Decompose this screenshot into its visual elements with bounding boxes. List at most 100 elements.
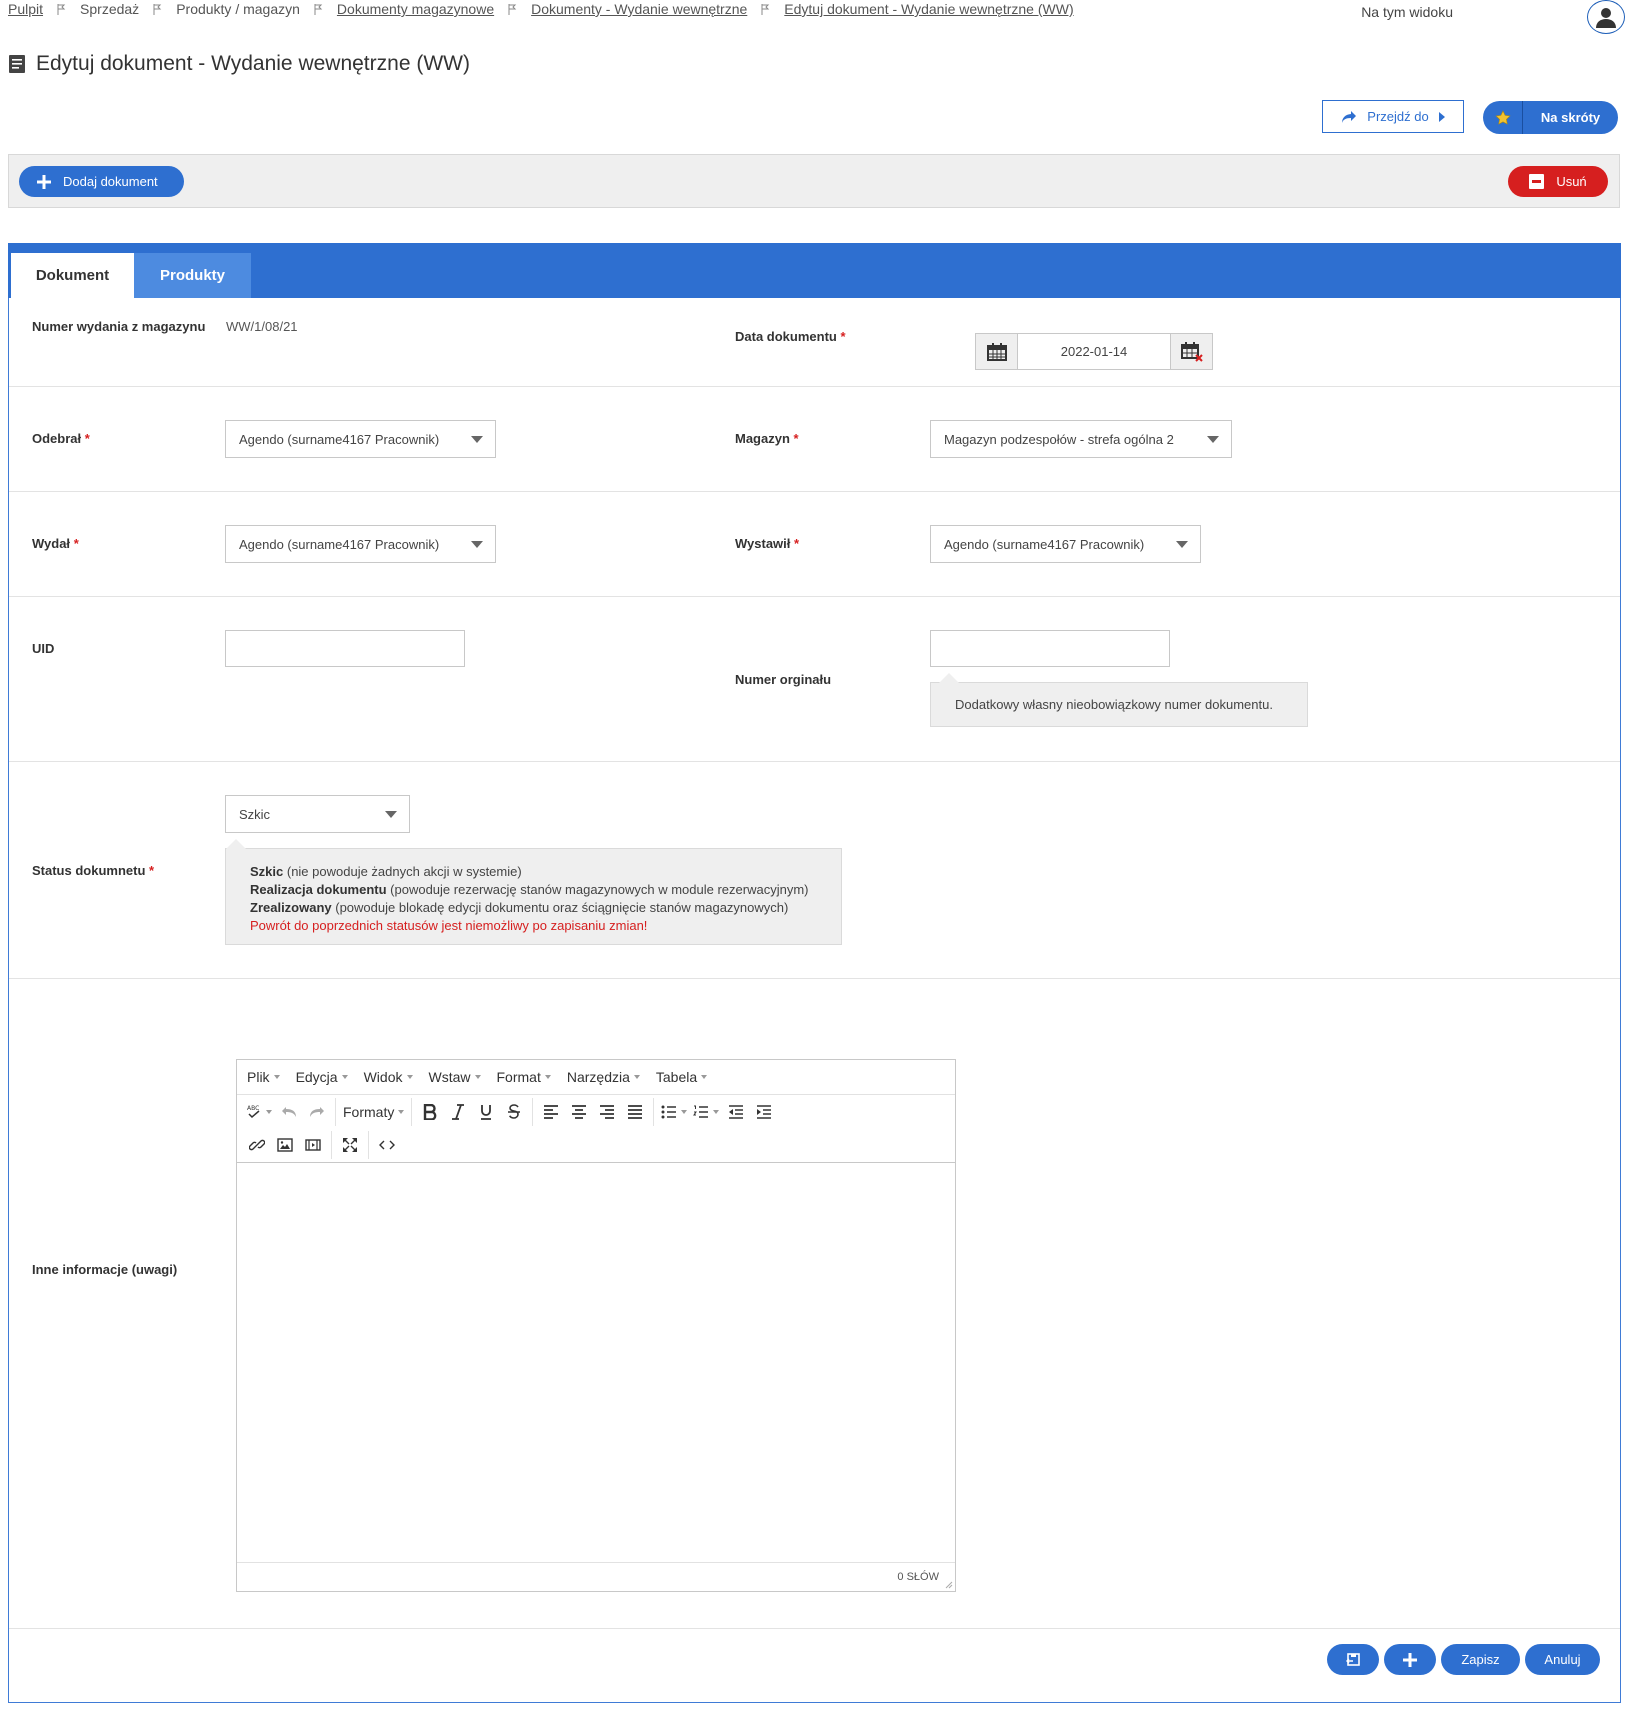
formats-dropdown[interactable]: Formaty <box>340 1098 407 1126</box>
strikethrough-button[interactable] <box>500 1098 528 1126</box>
breadcrumb-item-warehouse-docs[interactable]: Dokumenty magazynowe <box>337 1 494 17</box>
menu-file[interactable]: Plik <box>247 1069 280 1085</box>
menu-edit[interactable]: Edycja <box>296 1069 348 1085</box>
italic-button[interactable] <box>444 1098 472 1126</box>
align-right-icon <box>600 1104 615 1119</box>
breadcrumb-item-sales[interactable]: Sprzedaż <box>80 1 139 17</box>
received-select[interactable]: Agendo (surname4167 Pracownik) <box>225 420 496 458</box>
menu-tools[interactable]: Narzędzia <box>567 1069 640 1085</box>
bold-button[interactable] <box>416 1098 444 1126</box>
number-value: WW/1/08/21 <box>226 319 298 334</box>
goto-button[interactable]: Przejdź do <box>1322 100 1464 133</box>
clear-date-button[interactable] <box>1171 334 1212 369</box>
indent-button[interactable] <box>750 1098 778 1126</box>
undo-button[interactable] <box>275 1098 303 1126</box>
spellcheck-button[interactable]: ABC <box>243 1098 275 1126</box>
save-button[interactable]: Zapisz <box>1441 1644 1520 1675</box>
view-link[interactable]: Na tym widoku <box>1361 4 1453 20</box>
align-center-button[interactable] <box>565 1098 593 1126</box>
shortcuts-button[interactable]: Na skróty <box>1483 101 1618 134</box>
underline-button[interactable] <box>472 1098 500 1126</box>
align-justify-icon <box>628 1104 643 1119</box>
tab-document[interactable]: Dokument <box>11 253 134 298</box>
page-title-text: Edytuj dokument - Wydanie wewnętrzne (WW… <box>36 52 470 75</box>
numbered-list-icon <box>693 1105 709 1118</box>
issued-select[interactable]: Agendo (surname4167 Pracownik) <box>225 525 496 563</box>
cancel-button[interactable]: Anuluj <box>1525 1644 1600 1675</box>
breadcrumb-item-edit[interactable]: Edytuj dokument - Wydanie wewnętrzne (WW… <box>784 1 1073 17</box>
bullet-list-icon <box>661 1105 677 1118</box>
user-icon <box>1596 8 1616 28</box>
number-label: Numer wydania z magazynu <box>32 319 206 334</box>
issuer-select[interactable]: Agendo (surname4167 Pracownik) <box>930 525 1201 563</box>
outdent-button[interactable] <box>722 1098 750 1126</box>
warehouse-value: Magazyn podzespołów - strefa ogólna 2 <box>944 431 1174 447</box>
fullscreen-button[interactable] <box>336 1131 364 1159</box>
original-number-hint: Dodatkowy własny nieobowiązkowy numer do… <box>930 673 1308 727</box>
source-code-button[interactable] <box>373 1131 401 1159</box>
delete-button[interactable]: Usuń <box>1508 166 1608 197</box>
caret-down-icon <box>385 811 397 818</box>
notes-label: Inne informacje (uwagi) <box>32 1262 178 1277</box>
tab-products[interactable]: Produkty <box>134 253 251 298</box>
status-hint-realization: Realizacja dokumentu (powoduje rezerwacj… <box>250 881 841 899</box>
required-mark: * <box>840 329 846 344</box>
numbered-list-button[interactable] <box>690 1098 722 1126</box>
menu-insert[interactable]: Wstaw <box>429 1069 481 1085</box>
menu-format[interactable]: Format <box>497 1069 551 1085</box>
caret-down-icon <box>471 436 483 443</box>
align-left-icon <box>544 1104 559 1119</box>
uid-label: UID <box>32 641 55 656</box>
align-left-button[interactable] <box>537 1098 565 1126</box>
breadcrumb-item-internal-issue[interactable]: Dokumenty - Wydanie wewnętrzne <box>531 1 747 17</box>
add-document-button[interactable]: Dodaj dokument <box>19 166 184 197</box>
breadcrumb-item-products[interactable]: Produkty / magazyn <box>176 1 300 17</box>
breadcrumb-item-pulpit[interactable]: Pulpit <box>8 1 43 17</box>
received-label-text: Odebrał <box>32 431 82 446</box>
save-and-add-button[interactable] <box>1384 1644 1436 1675</box>
bullet-list-button[interactable] <box>658 1098 690 1126</box>
image-button[interactable] <box>271 1131 299 1159</box>
editor-toolbar-row-2 <box>237 1128 955 1162</box>
align-justify-button[interactable] <box>621 1098 649 1126</box>
received-value: Agendo (surname4167 Pracownik) <box>239 431 440 447</box>
action-toolbar <box>8 154 1620 208</box>
indent-icon <box>757 1104 772 1119</box>
shortcuts-label: Na skróty <box>1540 110 1601 125</box>
issued-label-text: Wydał <box>32 536 71 551</box>
user-avatar-button[interactable] <box>1587 0 1625 34</box>
required-mark: * <box>149 863 155 878</box>
code-icon <box>379 1140 395 1150</box>
menu-view-label: Widok <box>363 1069 403 1085</box>
redo-button[interactable] <box>303 1098 331 1126</box>
issued-label: Wydał * <box>32 536 79 551</box>
status-select[interactable]: Szkic <box>225 795 410 833</box>
media-button[interactable] <box>299 1131 327 1159</box>
original-number-input[interactable] <box>930 630 1170 667</box>
row-divider <box>9 1628 1620 1629</box>
status-hint-realization-term: Realizacja dokumentu <box>250 882 387 897</box>
editor-toolbar-row-1: ABC Formaty <box>237 1094 955 1128</box>
calendar-button[interactable] <box>976 334 1017 369</box>
editor-content-area[interactable] <box>237 1162 955 1563</box>
resize-handle-icon[interactable] <box>945 1581 953 1589</box>
align-center-icon <box>572 1104 587 1119</box>
uid-input[interactable] <box>225 630 465 667</box>
status-hint-done-term: Zrealizowany <box>250 900 332 915</box>
caret-down-icon <box>1176 541 1188 548</box>
svg-text:ABC: ABC <box>247 1105 259 1112</box>
menu-table[interactable]: Tabela <box>656 1069 708 1085</box>
required-mark: * <box>793 431 799 446</box>
calendar-clear-icon <box>1180 341 1203 362</box>
warehouse-select[interactable]: Magazyn podzespołów - strefa ogólna 2 <box>930 420 1232 458</box>
link-button[interactable] <box>243 1131 271 1159</box>
menu-view[interactable]: Widok <box>364 1069 413 1085</box>
status-hint-draft-desc: (nie powoduje żadnych akcji w systemie) <box>283 864 522 879</box>
received-label: Odebrał * <box>32 431 90 446</box>
status-label-text: Status dokumnetu <box>32 863 146 878</box>
align-right-button[interactable] <box>593 1098 621 1126</box>
required-mark: * <box>73 536 79 551</box>
save-and-return-button[interactable] <box>1327 1644 1379 1675</box>
star-icon-wrap <box>1483 101 1523 134</box>
date-value[interactable]: 2022-01-14 <box>1017 334 1171 369</box>
